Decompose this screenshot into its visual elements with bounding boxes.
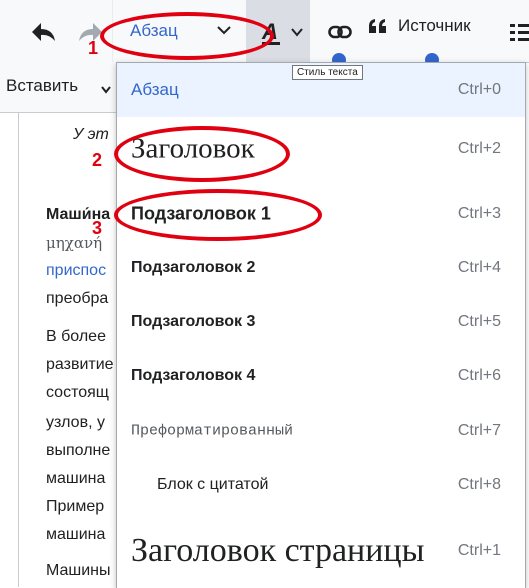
- menu-item-shortcut: Ctrl+5: [457, 313, 501, 330]
- article-line: Машины: [46, 562, 111, 579]
- annotation-number: 2: [92, 150, 103, 170]
- menu-item-label: Подзаголовок 3: [131, 313, 256, 330]
- article-line: машина: [46, 470, 106, 487]
- list-icon: [510, 24, 529, 41]
- undo-button[interactable]: [26, 20, 60, 44]
- menu-item-shortcut: Ctrl+3: [457, 205, 501, 222]
- menu-item-subheading-3[interactable]: Подзаголовок 3 Ctrl+5: [117, 295, 525, 349]
- article-line: Пример: [46, 498, 105, 515]
- article-line: состоящ: [46, 384, 109, 401]
- article-line: узлов, у: [46, 414, 105, 431]
- article-line: машина: [46, 526, 106, 543]
- article-line: преобра: [46, 290, 109, 307]
- article-line: выполне: [46, 442, 111, 459]
- annotation-oval: [114, 189, 322, 241]
- annotation-oval: [100, 12, 274, 60]
- article-line: У эт: [73, 126, 109, 143]
- menu-item-shortcut: Ctrl+8: [457, 476, 501, 493]
- menu-item-shortcut: Ctrl+2: [457, 140, 501, 157]
- article-line: развитие: [46, 356, 114, 373]
- quote-icon: [369, 19, 386, 33]
- annotation-number: 3: [92, 218, 103, 238]
- annotation-oval: [114, 126, 290, 182]
- link-icon: [328, 25, 352, 39]
- menu-item-shortcut: Ctrl+7: [457, 422, 501, 439]
- menu-item-page-title[interactable]: Заголовок страницы Ctrl+1: [117, 521, 525, 581]
- annotation-number: 1: [88, 38, 99, 58]
- article-line: приспос: [46, 262, 107, 279]
- cite-label: Источник: [398, 16, 471, 35]
- chevron-down-icon: [291, 28, 303, 37]
- article-line: В более: [46, 328, 106, 345]
- undo-icon: [32, 23, 55, 41]
- cite-button[interactable]: Источник: [368, 16, 471, 36]
- menu-item-subheading-2[interactable]: Подзаголовок 2 Ctrl+4: [117, 241, 525, 295]
- menu-item-shortcut: Ctrl+4: [457, 259, 501, 276]
- menu-item-blockquote[interactable]: Блок с цитатой Ctrl+8: [117, 458, 525, 512]
- menu-item-label: Блок с цитатой: [157, 476, 269, 493]
- link-button[interactable]: [322, 18, 358, 46]
- menu-item-shortcut: Ctrl+1: [457, 542, 501, 559]
- insert-toolbar-row: Вставить: [0, 62, 116, 113]
- menu-item-label: Заголовок страницы: [131, 532, 425, 569]
- menu-item-label: Подзаголовок 2: [131, 259, 256, 276]
- menu-item-label: Преформатированный: [131, 422, 294, 440]
- menu-item-label: Подзаголовок 4: [131, 367, 256, 384]
- chevron-down-icon: [101, 86, 111, 94]
- menu-item-subheading-4[interactable]: Подзаголовок 4 Ctrl+6: [117, 349, 525, 403]
- menu-item-preformatted[interactable]: Преформатированный Ctrl+7: [117, 404, 525, 458]
- insert-menu-button[interactable]: Вставить: [6, 76, 78, 96]
- menu-item-shortcut: Ctrl+0: [457, 81, 501, 98]
- menu-item-shortcut: Ctrl+6: [457, 367, 501, 384]
- tooltip: Стиль текста: [292, 65, 363, 80]
- menu-item-label: Абзац: [131, 80, 179, 99]
- more-options-button[interactable]: [508, 18, 529, 46]
